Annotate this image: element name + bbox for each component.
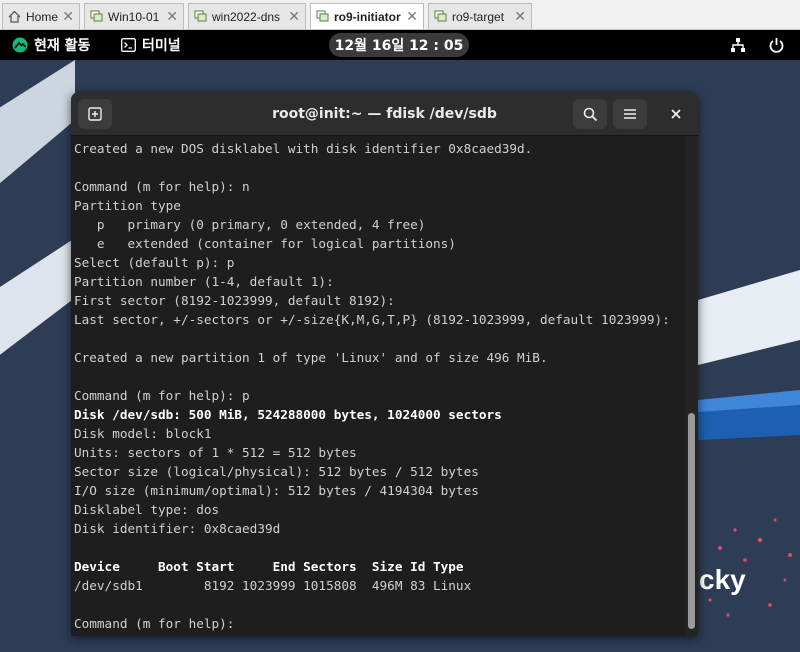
terminal-line: Command (m for help): n (74, 179, 250, 194)
terminal-line: Partition number (1-4, default 1): (74, 274, 334, 289)
terminal-output[interactable]: Created a new DOS disklabel with disk id… (71, 136, 683, 636)
new-tab-button[interactable] (78, 99, 112, 129)
terminal-line: I/O size (minimum/optimal): 512 bytes / … (74, 483, 479, 498)
terminal-line: Units: sectors of 1 * 512 = 512 bytes (74, 445, 357, 460)
hamburger-menu-icon (624, 109, 636, 119)
app-menu-terminal[interactable]: 터미널 (121, 30, 181, 60)
vm-tab-bar: Home ✕ Win10-01 ✕ win2022-dns ✕ ro9-init… (0, 0, 800, 30)
rocky-logo-icon (12, 37, 28, 53)
terminal-line: Created a new partition 1 of type 'Linux… (74, 350, 548, 365)
vm-icon (89, 10, 103, 24)
clock[interactable]: 12월 16일 12 : 05 (329, 33, 469, 57)
terminal-line: e extended (container for logical partit… (74, 236, 456, 251)
terminal-line: Command (m for help): (74, 616, 243, 631)
terminal-line: Select (default p): p (74, 255, 235, 270)
vm-icon (315, 10, 329, 24)
terminal-line: First sector (8192-1023999, default 8192… (74, 293, 395, 308)
terminal-line: Partition type (74, 198, 181, 213)
terminal-line: Disk model: block1 (74, 426, 212, 441)
vm-icon (433, 10, 447, 24)
tab-ro9-initiator[interactable]: ro9-initiator ✕ (310, 3, 424, 29)
terminal-line: Last sector, +/-sectors or +/-size{K,M,G… (74, 312, 670, 327)
search-icon (583, 107, 597, 121)
power-icon[interactable] (769, 30, 784, 60)
terminal-scrollbar[interactable] (685, 136, 698, 636)
terminal-line: p primary (0 primary, 0 extended, 4 free… (74, 217, 426, 232)
terminal-line: Created a new DOS disklabel with disk id… (74, 141, 533, 156)
terminal-line: Disk /dev/sdb: 500 MiB, 524288000 bytes,… (74, 407, 502, 422)
tab-label: ro9-initiator (334, 9, 401, 24)
terminal-text: Created a new DOS disklabel with disk id… (71, 136, 683, 633)
close-icon[interactable]: ✕ (166, 8, 178, 25)
home-icon (7, 10, 21, 24)
terminal-line: Sector size (logical/physical): 512 byte… (74, 464, 479, 479)
terminal-headerbar[interactable]: root@init:~ — fdisk /dev/sdb (71, 92, 698, 136)
scrollbar-thumb[interactable] (688, 413, 695, 629)
search-button[interactable] (573, 99, 607, 129)
close-icon[interactable]: ✕ (406, 8, 418, 25)
tab-label: ro9-target (452, 9, 505, 24)
tab-label: Win10-01 (108, 9, 160, 24)
close-button[interactable] (659, 99, 693, 129)
app-label: 터미널 (142, 38, 181, 54)
activities-button[interactable]: 현재 활동 (12, 30, 90, 60)
network-icon[interactable] (730, 30, 746, 60)
new-tab-icon (88, 107, 102, 121)
terminal-line: Command (m for help): p (74, 388, 250, 403)
tab-label: Home (26, 9, 59, 24)
menu-button[interactable] (613, 99, 647, 129)
tab-win2022-dns[interactable]: win2022-dns ✕ (188, 3, 306, 29)
close-icon (671, 109, 681, 119)
terminal-line: Disklabel type: dos (74, 502, 220, 517)
close-icon[interactable]: ✕ (62, 8, 74, 25)
terminal-icon (121, 38, 136, 52)
tab-win10-01[interactable]: Win10-01 ✕ (84, 3, 184, 29)
terminal-line: Disk identifier: 0x8caed39d (74, 521, 281, 536)
gnome-top-bar: 현재 활동 터미널 12월 16일 12 : 05 (0, 30, 800, 60)
vm-icon (193, 10, 207, 24)
tab-label: win2022-dns (212, 9, 281, 24)
terminal-line: Device Boot Start End Sectors Size Id Ty… (74, 559, 464, 574)
tab-ro9-target[interactable]: ro9-target ✕ (428, 3, 532, 29)
close-icon[interactable]: ✕ (514, 8, 526, 25)
activities-label: 현재 활동 (34, 38, 91, 54)
terminal-window[interactable]: root@init:~ — fdisk /dev/sdb Created a n… (71, 92, 698, 636)
terminal-line: /dev/sdb1 8192 1023999 1015808 496M 83 L… (74, 578, 472, 593)
wallpaper-logo-text: cky (699, 564, 746, 595)
tab-home[interactable]: Home ✕ (2, 3, 80, 29)
close-icon[interactable]: ✕ (288, 8, 300, 25)
